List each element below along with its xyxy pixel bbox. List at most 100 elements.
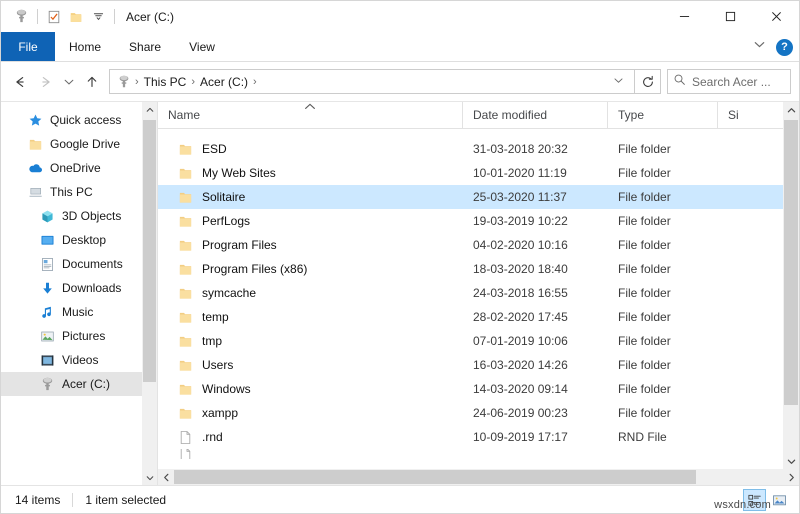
folder-icon: [27, 136, 43, 152]
column-header-size[interactable]: Si: [718, 102, 763, 128]
folder-icon: [177, 213, 193, 229]
properties-icon[interactable]: [43, 6, 65, 28]
table-row[interactable]: xampp 24-06-2019 00:23 File folder: [158, 401, 799, 425]
file-name-label: ESD: [202, 142, 227, 156]
sidebar-item-3d-objects[interactable]: 3D Objects: [1, 204, 157, 228]
sidebar-item-pictures[interactable]: Pictures: [1, 324, 157, 348]
table-row[interactable]: tmp 07-01-2019 10:06 File folder: [158, 329, 799, 353]
refresh-button[interactable]: [635, 69, 661, 94]
sidebar-item-videos[interactable]: Videos: [1, 348, 157, 372]
table-row[interactable]: PerfLogs 19-03-2019 10:22 File folder: [158, 209, 799, 233]
breadcrumb[interactable]: › This PC › Acer (C:) ›: [109, 69, 635, 94]
scroll-right-icon[interactable]: [783, 469, 799, 485]
help-icon[interactable]: ?: [776, 38, 793, 56]
table-row[interactable]: Program Files (x86) 18-03-2020 18:40 Fil…: [158, 257, 799, 281]
column-header-label: Si: [728, 108, 739, 122]
column-header-type[interactable]: Type: [608, 102, 718, 128]
search-input[interactable]: Search Acer ...: [667, 69, 791, 94]
customize-dropdown-icon[interactable]: [87, 6, 109, 28]
sidebar-item-music[interactable]: Music: [1, 300, 157, 324]
search-icon: [673, 73, 686, 91]
column-header-name[interactable]: Name: [158, 102, 463, 128]
window-title: Acer (C:): [126, 9, 174, 24]
scroll-up-icon[interactable]: [783, 102, 799, 118]
file-name-cell: Program Files (x86): [158, 261, 463, 277]
table-row[interactable]: symcache 24-03-2018 16:55 File folder: [158, 281, 799, 305]
folder-icon: [177, 381, 193, 397]
table-row[interactable]: Solitaire 25-03-2020 11:37 File folder: [158, 185, 799, 209]
maximize-button[interactable]: [707, 1, 753, 32]
sidebar-item-downloads[interactable]: Downloads: [1, 276, 157, 300]
file-list-scroll-thumb[interactable]: [784, 120, 798, 405]
details-view-button[interactable]: [743, 489, 766, 511]
sidebar-item-documents[interactable]: Documents: [1, 252, 157, 276]
scroll-up-icon[interactable]: [142, 102, 157, 117]
sort-ascending-icon: [305, 103, 316, 112]
file-date-cell: 24-06-2019 00:23: [473, 406, 568, 420]
table-row[interactable]: [158, 449, 799, 459]
sidebar-item-label: Pictures: [62, 329, 106, 343]
file-list-vertical-scrollbar[interactable]: [783, 102, 799, 469]
file-date-cell: 31-03-2018 20:32: [473, 142, 568, 156]
file-list-horizontal-scrollbar[interactable]: [158, 469, 799, 485]
file-type-cell: File folder: [618, 262, 671, 276]
sidebar-scrollbar[interactable]: [142, 102, 157, 485]
recent-locations-icon[interactable]: [59, 69, 79, 95]
table-row[interactable]: My Web Sites 10-01-2020 11:19 File folde…: [158, 161, 799, 185]
column-header-date-modified[interactable]: Date modified: [463, 102, 608, 128]
drive-icon[interactable]: [10, 6, 32, 28]
window-controls: [661, 1, 799, 32]
sidebar-item-label: Videos: [62, 353, 99, 367]
table-row[interactable]: Program Files 04-02-2020 10:16 File fold…: [158, 233, 799, 257]
tab-file[interactable]: File: [1, 32, 55, 61]
quick-access-toolbar: Acer (C:): [1, 6, 174, 28]
file-name-cell: [158, 449, 463, 459]
file-name-label: Program Files (x86): [202, 262, 308, 276]
scroll-down-icon[interactable]: [142, 470, 157, 485]
sidebar-item-google-drive[interactable]: Google Drive: [1, 132, 157, 156]
file-name-cell: ESD: [158, 141, 463, 157]
file-name-cell: Windows: [158, 381, 463, 397]
sidebar-item-label: Documents: [62, 257, 123, 271]
sidebar-item-quick-access[interactable]: Quick access: [1, 108, 157, 132]
chevron-down-icon[interactable]: [753, 38, 766, 56]
table-row[interactable]: Windows 14-03-2020 09:14 File folder: [158, 377, 799, 401]
close-button[interactable]: [753, 1, 799, 32]
sidebar-item-acer-c[interactable]: Acer (C:): [1, 372, 157, 396]
new-folder-icon[interactable]: [65, 6, 87, 28]
scroll-left-icon[interactable]: [158, 469, 174, 485]
sidebar-item-onedrive[interactable]: OneDrive: [1, 156, 157, 180]
breadcrumb-item-acer-c[interactable]: Acer (C:): [196, 75, 252, 89]
scroll-down-icon[interactable]: [783, 453, 799, 469]
sidebar-item-desktop[interactable]: Desktop: [1, 228, 157, 252]
sidebar-scroll-thumb[interactable]: [143, 120, 156, 382]
file-type-cell: File folder: [618, 190, 671, 204]
sidebar-item-label: Acer (C:): [62, 377, 110, 391]
pc-icon: [27, 184, 43, 200]
table-row[interactable]: Users 16-03-2020 14:26 File folder: [158, 353, 799, 377]
drive-icon: [114, 75, 134, 89]
file-date-cell: 28-02-2020 17:45: [473, 310, 568, 324]
sidebar-item-this-pc[interactable]: This PC: [1, 180, 157, 204]
tab-home[interactable]: Home: [55, 32, 115, 61]
breadcrumb-dropdown-icon[interactable]: [607, 73, 630, 91]
column-header-label: Type: [618, 108, 645, 122]
up-button[interactable]: [79, 69, 105, 95]
breadcrumb-item-this-pc[interactable]: This PC: [140, 75, 191, 89]
file-type-cell: RND File: [618, 430, 667, 444]
file-date-cell: 16-03-2020 14:26: [473, 358, 568, 372]
large-icons-view-button[interactable]: [768, 489, 791, 511]
tab-share[interactable]: Share: [115, 32, 175, 61]
tab-view[interactable]: View: [175, 32, 229, 61]
table-row[interactable]: temp 28-02-2020 17:45 File folder: [158, 305, 799, 329]
minimize-button[interactable]: [661, 1, 707, 32]
table-row[interactable]: .rnd 10-09-2019 17:17 RND File: [158, 425, 799, 449]
back-button[interactable]: [7, 69, 33, 95]
horizontal-scroll-thumb[interactable]: [174, 470, 696, 484]
table-row[interactable]: ESD 31-03-2018 20:32 File folder: [158, 137, 799, 161]
file-type-cell: File folder: [618, 142, 671, 156]
file-name-cell: Solitaire: [158, 189, 463, 205]
file-type-cell: File folder: [618, 238, 671, 252]
forward-button[interactable]: [33, 69, 59, 95]
sidebar-item-label: Desktop: [62, 233, 107, 247]
